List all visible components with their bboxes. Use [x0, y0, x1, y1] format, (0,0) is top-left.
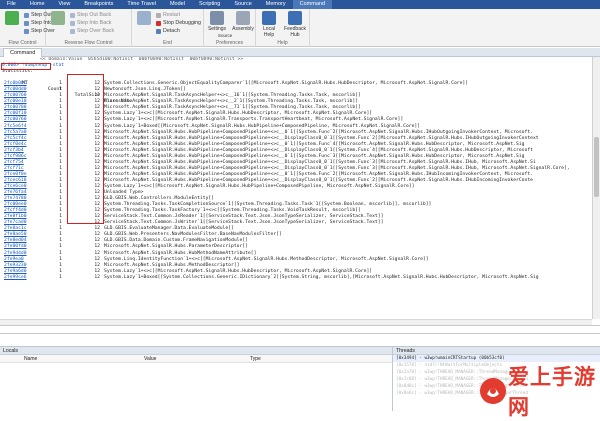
site-watermark: 爱上手游网: [478, 365, 596, 419]
restart-button[interactable]: Restart: [156, 12, 180, 18]
locals-type-column[interactable]: Type: [250, 355, 261, 363]
locals-title: Locals: [0, 347, 392, 355]
row-mt-link[interactable]: 2fe99ce6: [4, 275, 27, 281]
step-out-back-button[interactable]: Step Out Back: [70, 12, 111, 18]
help-icon: [262, 11, 276, 25]
command-vertical-scrollbar[interactable]: [592, 57, 600, 319]
break-button[interactable]: [133, 11, 155, 26]
feedback-icon: [288, 11, 302, 25]
tab-memory[interactable]: Memory: [259, 0, 293, 9]
step-into-back-button[interactable]: Step Into Back: [70, 20, 111, 26]
locals-name-column[interactable]: Name: [24, 355, 37, 363]
assembly-button[interactable]: Assembly: [232, 11, 254, 32]
command-tab[interactable]: Command: [3, 48, 43, 57]
tab-file[interactable]: File: [0, 0, 23, 9]
row-class-name: System.Lazy`1+Boxed[[System.Collections.…: [104, 274, 539, 280]
scroll-thumb[interactable]: [594, 137, 599, 197]
locals-panel: Locals Name Value Type: [0, 346, 392, 411]
threads-title: Threads: [393, 347, 600, 355]
step-out-back-icon: [70, 12, 75, 18]
go-button[interactable]: [1, 11, 23, 26]
step-over-back-button[interactable]: Step Over Back: [70, 28, 114, 34]
help-group: Local Help Feedback Hub Help: [256, 9, 310, 47]
preferences-group: Settings Source Assembly Preferences: [204, 9, 256, 47]
source-mode-button[interactable]: Source: [218, 33, 232, 38]
end-label: End: [163, 40, 172, 46]
help-label: Help: [277, 40, 288, 46]
go-back-button[interactable]: [47, 11, 69, 26]
row-total-size: 12: [94, 274, 100, 280]
command-output[interactable]: << Domain:Value 05b5d100:NotInit 00bf089…: [0, 57, 592, 319]
watermark-text: 爱上手游网: [508, 365, 596, 419]
step-out-icon: [24, 12, 29, 18]
tab-time-travel[interactable]: Time Travel: [120, 0, 163, 9]
command-window-title: Command: [0, 48, 600, 57]
stop-icon: [156, 20, 161, 26]
step-over-icon: [24, 28, 29, 34]
row-count: 1: [59, 274, 62, 280]
heap-stat-row: 2fe99ce6 1 12 System.Lazy`1+Boxed[[System.C…: [0, 275, 592, 281]
locals-value-column[interactable]: Value: [144, 355, 156, 363]
tab-model[interactable]: Model: [163, 0, 192, 9]
step-into-icon: [24, 20, 29, 26]
reverse-flow-group: Step Out Back Step Into Back Step Over B…: [46, 9, 132, 47]
tab-home[interactable]: Home: [23, 0, 52, 9]
command-input[interactable]: [0, 325, 600, 334]
flow-control-label: Flow Control: [8, 40, 37, 46]
watermark-logo-icon: [478, 376, 508, 406]
ribbon-body: Step Out Step Into Step Over Flow Contro…: [0, 9, 600, 47]
command-highlight-box: [1, 63, 51, 70]
gear-icon: [210, 11, 224, 25]
settings-button[interactable]: Settings: [206, 11, 228, 32]
detach-button[interactable]: Detach: [156, 28, 180, 34]
preferences-label: Preferences: [216, 40, 243, 46]
tab-view[interactable]: View: [52, 0, 78, 9]
detach-icon: [156, 28, 161, 34]
end-group: Restart Stop Debugging Detach End: [132, 9, 204, 47]
tab-breakpoints[interactable]: Breakpoints: [77, 0, 120, 9]
restart-icon: [156, 12, 161, 18]
step-over-back-icon: [70, 28, 75, 34]
tab-scripting[interactable]: Scripting: [192, 0, 227, 9]
step-into-back-icon: [70, 20, 75, 26]
tab-source[interactable]: Source: [227, 0, 258, 9]
reverse-flow-label: Reverse Flow Control: [64, 40, 113, 46]
ribbon-tabs: File Home View Breakpoints Time Travel M…: [0, 0, 600, 9]
locals-header: Name Value Type: [0, 355, 392, 363]
local-help-button[interactable]: Local Help: [258, 11, 280, 38]
tab-command[interactable]: Command: [292, 0, 333, 9]
totalsize-highlight-box: [67, 74, 104, 224]
assembly-icon: [236, 11, 250, 25]
stop-debugging-button[interactable]: Stop Debugging: [156, 20, 201, 26]
flow-control-group: Step Out Step Into Step Over Flow Contro…: [0, 9, 55, 47]
feedback-hub-button[interactable]: Feedback Hub: [284, 11, 306, 38]
